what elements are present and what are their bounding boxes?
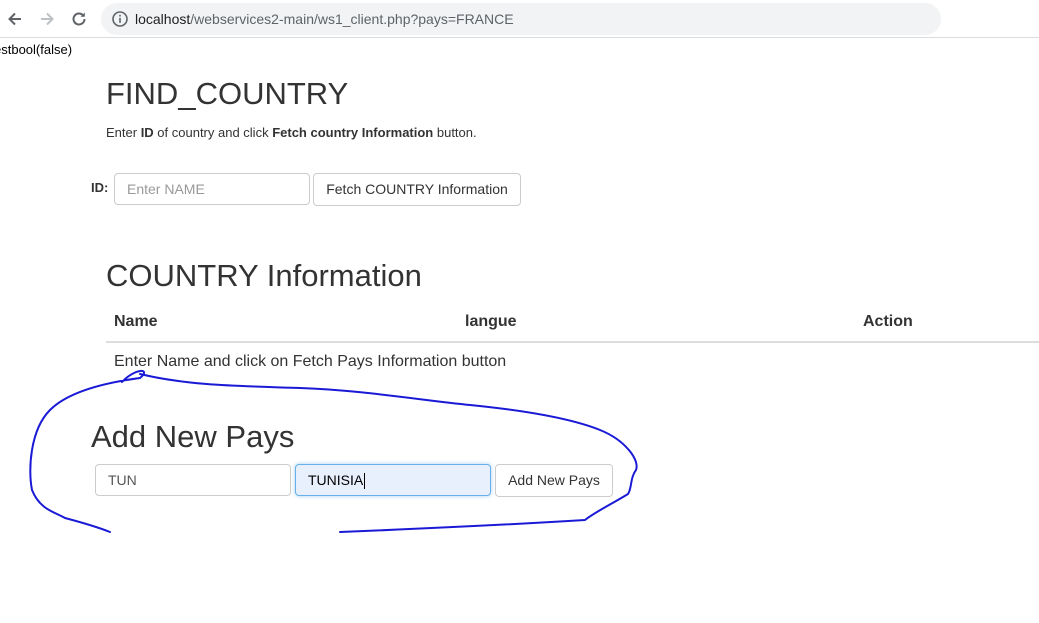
info-icon[interactable] (111, 10, 129, 28)
forward-arrow-icon (41, 12, 54, 26)
id-label: ID: (91, 180, 109, 195)
find-country-heading: FIND_COUNTRY (106, 76, 349, 111)
instr-text-1: Enter (106, 125, 141, 140)
table-empty-message: Enter Name and click on Fetch Pays Infor… (114, 353, 507, 370)
column-header-name: Name (114, 313, 158, 330)
instr-bold-id: ID (140, 125, 154, 140)
column-header-action: Action (863, 313, 913, 330)
debug-output: estbool(false) (0, 42, 73, 57)
instr-text-3: button. (433, 125, 477, 140)
browser-toolbar: localhost/webservices2-main/ws1_client.p… (0, 0, 1039, 38)
pays-name-input[interactable]: TUNISIA (295, 464, 491, 496)
back-arrow-icon (8, 12, 21, 26)
country-name-input[interactable]: Enter NAME (114, 173, 310, 205)
add-pays-button[interactable]: Add New Pays (495, 464, 613, 497)
pays-name-value: TUNISIA (308, 472, 364, 488)
back-button[interactable] (2, 6, 28, 32)
reload-icon (72, 12, 86, 26)
fetch-country-button[interactable]: Fetch COUNTRY Information (313, 173, 521, 206)
url-path: /webservices2-main/ws1_client.php?pays=F… (190, 11, 514, 27)
text-caret (364, 473, 366, 490)
url-text: localhost/webservices2-main/ws1_client.p… (135, 11, 514, 27)
add-pays-heading: Add New Pays (91, 419, 295, 454)
instr-text-2: of country and click (153, 125, 273, 140)
pays-code-input[interactable]: TUN (95, 464, 291, 496)
reload-button[interactable] (66, 6, 92, 32)
table-header-divider (106, 341, 1039, 343)
instr-bold-button: Fetch country Information (272, 125, 434, 140)
url-host: localhost (135, 11, 191, 27)
address-bar[interactable]: localhost/webservices2-main/ws1_client.p… (101, 3, 941, 35)
column-header-langue: langue (465, 313, 517, 330)
country-info-heading: COUNTRY Information (106, 258, 422, 293)
find-instructions: Enter ID of country and click Fetch coun… (106, 125, 477, 140)
forward-button[interactable] (34, 6, 60, 32)
